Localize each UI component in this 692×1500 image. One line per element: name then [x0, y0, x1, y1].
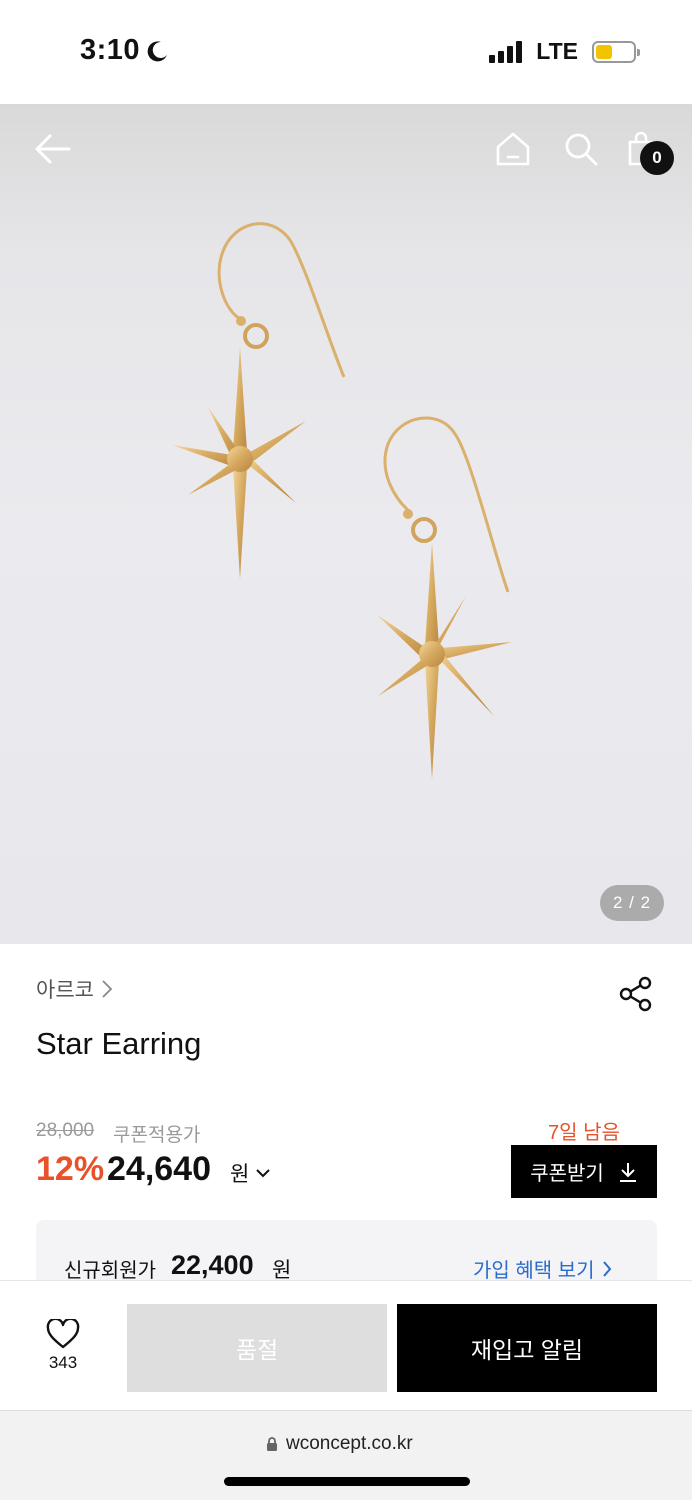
chevron-down-icon [256, 1169, 271, 1178]
home-indicator[interactable] [224, 1477, 470, 1486]
status-time: 3:10 [80, 34, 170, 67]
currency-label: 원 [230, 1163, 250, 1186]
member-price: 22,400 [171, 1250, 254, 1280]
search-icon [565, 133, 598, 166]
battery-icon [592, 40, 640, 63]
status-indicators: LTE [489, 38, 640, 65]
clock-text: 3:10 [80, 34, 141, 66]
soldout-button: 품절 [127, 1304, 387, 1392]
back-arrow-icon [35, 134, 71, 164]
product-title: Star Earring [36, 1026, 202, 1061]
cart-count-badge: 0 [640, 141, 674, 175]
sale-price: 24,640 [107, 1150, 211, 1188]
moon-icon [147, 40, 168, 61]
share-icon [619, 976, 652, 1012]
discount-rate: 12% [36, 1150, 105, 1188]
chevron-right-icon [602, 1260, 611, 1277]
coupon-button-label: 쿠폰받기 [530, 1163, 604, 1185]
heart-icon [46, 1319, 80, 1349]
member-currency: 원 [272, 1259, 292, 1280]
new-member-price-box: 신규회원가 22,400 원 가입 혜택 보기 [36, 1220, 657, 1280]
signal-icon [489, 40, 523, 63]
status-bar: 3:10 LTE [0, 0, 692, 104]
brand-link[interactable]: 아르코 [36, 974, 114, 1004]
search-button[interactable] [558, 126, 604, 172]
back-button[interactable] [30, 126, 76, 172]
download-icon [619, 1162, 636, 1182]
chevron-right-icon [102, 980, 113, 998]
home-icon [496, 132, 530, 166]
share-button[interactable] [616, 974, 656, 1014]
join-benefits-link[interactable]: 가입 혜택 보기 [473, 1254, 613, 1280]
coupon-price-label: 쿠폰적용가 [113, 1125, 201, 1146]
image-page-indicator: 2 / 2 [600, 885, 664, 921]
price-detail-toggle[interactable]: 원 [230, 1158, 271, 1188]
coupon-days-left: 7일 남음 [548, 1122, 620, 1144]
lock-icon [267, 1437, 277, 1451]
original-price: 28,000 [36, 1120, 95, 1141]
network-type: LTE [536, 38, 578, 64]
wishlist-count: 343 [48, 1353, 78, 1372]
browser-address-bar[interactable]: wconcept.co.kr [0, 1410, 692, 1500]
wishlist-button[interactable]: 343 [30, 1319, 96, 1383]
bottom-action-bar: 343 품절 재입고 알림 [0, 1280, 692, 1410]
star-earrings-image [172, 222, 512, 779]
home-button[interactable] [490, 126, 536, 172]
member-price-label: 신규회원가 [64, 1260, 156, 1280]
brand-name: 아르코 [36, 979, 94, 1002]
product-image-gallery[interactable]: 0 2 / 2 [0, 104, 692, 944]
restock-alert-button[interactable]: 재입고 알림 [397, 1304, 657, 1392]
url-text: wconcept.co.kr [286, 1433, 413, 1454]
url-display[interactable]: wconcept.co.kr [266, 1433, 413, 1455]
coupon-download-button[interactable]: 쿠폰받기 [511, 1145, 657, 1198]
join-benefits-label: 가입 혜택 보기 [473, 1260, 595, 1280]
